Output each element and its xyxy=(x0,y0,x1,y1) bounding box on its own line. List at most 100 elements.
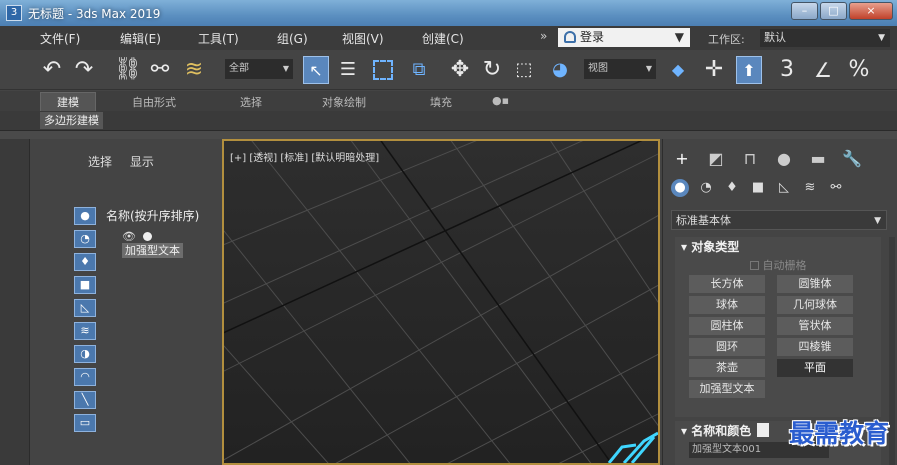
minimize-button[interactable]: – xyxy=(791,2,818,20)
create-tab-icon[interactable]: + xyxy=(671,149,693,169)
perspective-viewport[interactable]: [+] [透视] [标准] [默认明暗处理] xyxy=(222,139,660,465)
geometry-icon[interactable]: ● xyxy=(671,179,689,197)
cylinder-button[interactable]: 圆柱体 xyxy=(689,317,765,335)
torus-button[interactable]: 圆环 xyxy=(689,338,765,356)
menu-create[interactable]: 创建(C) xyxy=(422,30,464,47)
ribbon-tab-freeform[interactable]: 自由形式 xyxy=(132,94,176,110)
scene-explorer: 选择 显示 ● ◔ ♦ ■ ◺ ≋ ◑ ◠ ╲ ▭ 名称(按升序排序) 👁 加强… xyxy=(30,139,220,465)
menu-edit[interactable]: 编辑(E) xyxy=(120,30,161,47)
systems-icon[interactable]: ⚯ xyxy=(827,179,845,197)
placement-icon[interactable]: ◕ xyxy=(548,56,572,84)
groups-filter-icon[interactable]: ◑ xyxy=(74,345,96,363)
bones-filter-icon[interactable]: ╲ xyxy=(74,391,96,409)
undo-icon[interactable]: ↶ xyxy=(40,56,64,84)
checkbox-icon xyxy=(749,261,759,270)
object-name: 加强型文本 xyxy=(122,243,183,258)
percent-snap-icon[interactable]: % xyxy=(846,56,872,84)
utilities-tab-icon[interactable]: 🔧 xyxy=(841,149,863,169)
select-object-icon[interactable]: ↖ xyxy=(303,56,329,84)
snaps-toggle-icon[interactable]: 3 xyxy=(774,56,800,84)
user-icon xyxy=(564,31,576,43)
plane-button[interactable]: 平面 xyxy=(777,359,853,377)
menu-views[interactable]: 视图(V) xyxy=(342,30,384,47)
menu-tools[interactable]: 工具(T) xyxy=(198,30,239,47)
reference-coordinate-value: 视图 xyxy=(588,63,608,74)
link-icon[interactable]: ⛓ xyxy=(114,56,142,84)
maximize-button[interactable]: □ xyxy=(820,2,847,20)
motion-tab-icon[interactable]: ● xyxy=(773,149,795,169)
close-button[interactable]: × xyxy=(849,2,893,20)
space-warps-icon[interactable]: ≋ xyxy=(801,179,819,197)
menu-overflow-button[interactable]: » xyxy=(540,29,547,43)
object-color-swatch[interactable] xyxy=(757,423,770,437)
pyramid-button[interactable]: 四棱锥 xyxy=(777,338,853,356)
selection-filter-dropdown[interactable]: 全部 ▼ xyxy=(225,59,293,79)
lights-filter-icon[interactable]: ♦ xyxy=(74,253,96,271)
helpers-icon[interactable]: ◺ xyxy=(775,179,793,197)
space-warps-filter-icon[interactable]: ≋ xyxy=(74,322,96,340)
menu-group[interactable]: 组(G) xyxy=(277,30,308,47)
explorer-tab-select[interactable]: 选择 xyxy=(88,155,112,169)
object-type-rollout: ▾ 对象类型 自动栅格 长方体 圆锥体 球体 几何球体 圆柱体 管状体 圆环 四… xyxy=(675,237,881,417)
ribbon-tab-object-paint[interactable]: 对象绘制 xyxy=(322,94,366,110)
unlink-icon[interactable]: ⚯ xyxy=(148,56,172,84)
lights-icon[interactable]: ♦ xyxy=(723,179,741,197)
ribbon-panel-bar: 多边形建模 xyxy=(0,111,897,131)
pivot-center-icon[interactable]: ◆ xyxy=(666,56,690,84)
helpers-filter-icon[interactable]: ◺ xyxy=(74,299,96,317)
containers-filter-icon[interactable]: ▭ xyxy=(74,414,96,432)
column-header-name[interactable]: 名称(按升序排序) xyxy=(106,207,199,224)
reference-coordinate-dropdown[interactable]: 视图 ▼ xyxy=(584,59,656,79)
command-panel-scrollbar[interactable] xyxy=(889,237,895,465)
app-icon[interactable]: 3 xyxy=(6,5,22,21)
menu-file[interactable]: 文件(F) xyxy=(40,30,80,47)
angle-snap-icon[interactable]: ∠ xyxy=(810,56,836,84)
geometry-type-value: 标准基本体 xyxy=(676,214,731,227)
bind-space-warp-icon[interactable]: ≋ xyxy=(182,56,206,84)
watermark: 最需教育 xyxy=(788,419,889,448)
move-icon[interactable]: ✥ xyxy=(448,56,472,84)
auto-grid-checkbox[interactable]: 自动栅格 xyxy=(675,257,881,275)
polygon-modeling-button[interactable]: 多边形建模 xyxy=(40,112,103,129)
ribbon-tab-selection[interactable]: 选择 xyxy=(240,94,262,110)
shapes-filter-icon[interactable]: ◔ xyxy=(74,230,96,248)
xref-filter-icon[interactable]: ◠ xyxy=(74,368,96,386)
geosphere-button[interactable]: 几何球体 xyxy=(777,296,853,314)
scale-icon[interactable]: ⬚ xyxy=(512,56,536,84)
explorer-tab-display[interactable]: 显示 xyxy=(130,155,154,169)
list-item[interactable]: 👁 加强型文本 xyxy=(122,229,220,258)
geometry-type-dropdown[interactable]: 标准基本体 ▼ xyxy=(671,210,887,230)
redo-icon[interactable]: ↷ xyxy=(72,56,96,84)
viewport-label[interactable]: [+] [透视] [标准] [默认明暗处理] xyxy=(230,149,379,164)
rectangle-selection-icon[interactable] xyxy=(372,60,394,82)
cameras-icon[interactable]: ■ xyxy=(749,179,767,197)
sphere-button[interactable]: 球体 xyxy=(689,296,765,314)
login-dropdown[interactable]: 登录 ▼ xyxy=(558,28,690,47)
keyboard-shortcut-override-icon[interactable]: ⬆ xyxy=(736,56,762,84)
cone-button[interactable]: 圆锥体 xyxy=(777,275,853,293)
select-by-name-icon[interactable]: ☰ xyxy=(336,56,360,84)
workspace-select[interactable]: 默认 ▼ xyxy=(760,29,890,47)
window-title: 无标题 - 3ds Max 2019 xyxy=(28,7,161,21)
eye-icon[interactable]: 👁 xyxy=(122,230,136,243)
snap-label: 3 xyxy=(780,57,794,82)
shapes-icon[interactable]: ◔ xyxy=(697,179,715,197)
rotate-icon[interactable]: ↻ xyxy=(480,56,504,84)
modify-tab-icon[interactable]: ◩ xyxy=(705,149,727,169)
ribbon-tab-populate[interactable]: 填充 xyxy=(430,94,452,110)
display-tab-icon[interactable]: ▬ xyxy=(807,149,829,169)
text-plus-button[interactable]: 加强型文本 xyxy=(689,380,765,398)
tube-button[interactable]: 管状体 xyxy=(777,317,853,335)
teapot-button[interactable]: 茶壶 xyxy=(689,359,765,377)
cameras-filter-icon[interactable]: ■ xyxy=(74,276,96,294)
window-crossing-icon[interactable]: ⧉ xyxy=(406,56,432,84)
box-button[interactable]: 长方体 xyxy=(689,275,765,293)
login-label: 登录 xyxy=(580,30,605,44)
geometry-filter-icon[interactable]: ● xyxy=(74,207,96,225)
ribbon-options-icon[interactable]: ●▪ xyxy=(492,94,509,107)
divider xyxy=(0,131,897,139)
hierarchy-tab-icon[interactable]: ⊓ xyxy=(739,149,761,169)
ribbon-tab-modeling[interactable]: 建模 xyxy=(40,92,96,112)
rollout-header[interactable]: ▾ 对象类型 xyxy=(675,237,881,257)
select-manipulate-icon[interactable]: ✛ xyxy=(702,56,726,84)
